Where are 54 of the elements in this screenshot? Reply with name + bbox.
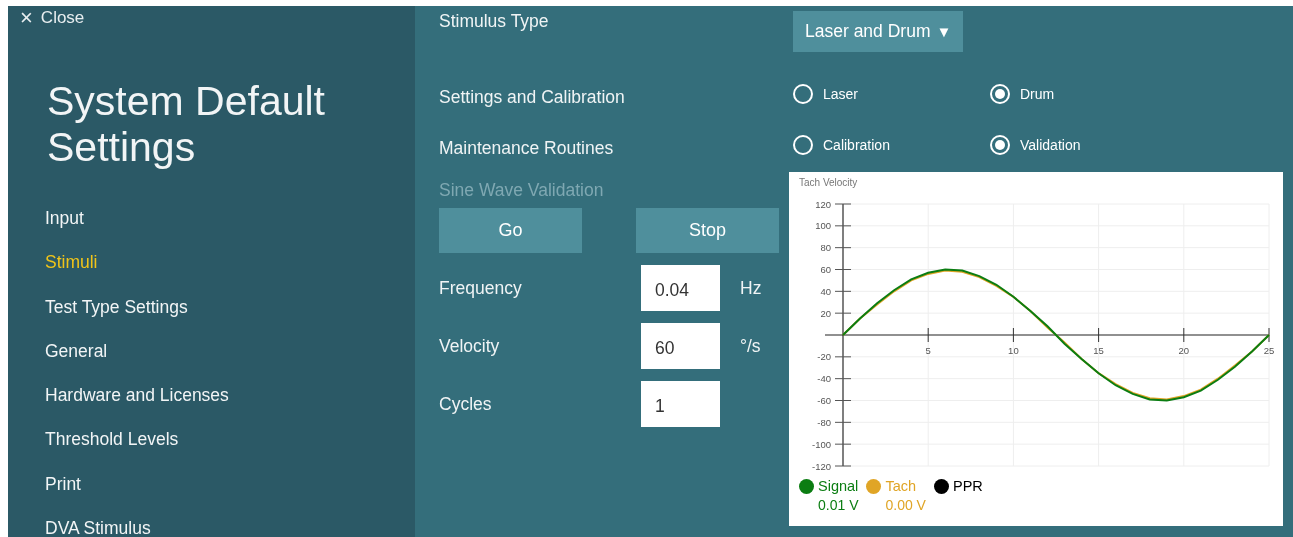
- field-label: Velocity: [439, 335, 501, 357]
- legend-label: Signal: [818, 478, 859, 494]
- unit-label: °/s: [740, 335, 761, 357]
- action-button[interactable]: Go: [439, 208, 582, 253]
- unit-label: Hz: [740, 277, 762, 299]
- chart-title: Tach Velocity: [799, 177, 859, 188]
- radio-option[interactable]: Calibration: [793, 135, 990, 155]
- close-button[interactable]: × Close: [18, 6, 87, 30]
- field-label: Frequency: [439, 277, 523, 299]
- legend-reading: 0.00 V: [885, 497, 926, 513]
- field-label: Stimulus Type: [439, 10, 550, 33]
- x-tick-label: 5: [925, 345, 931, 356]
- x-tick-label: 10: [1008, 345, 1019, 356]
- radio-option[interactable]: Laser: [793, 84, 990, 104]
- y-tick-label: -80: [817, 416, 831, 428]
- sidebar-item[interactable]: DVA Stimulus: [45, 516, 415, 537]
- input-field[interactable]: 1: [641, 381, 720, 427]
- x-tick-label: 20: [1178, 345, 1190, 356]
- field-label: Settings and Calibration: [439, 86, 626, 109]
- y-tick-label: -60: [817, 395, 831, 406]
- sidebar-item[interactable]: Print: [45, 471, 415, 517]
- y-tick-label: 20: [820, 307, 831, 319]
- x-tick-label: 15: [1093, 345, 1104, 356]
- y-tick-label: 120: [815, 198, 831, 210]
- y-tick-label: -120: [812, 460, 831, 472]
- legend-label: Tach: [885, 478, 917, 494]
- sidebar-item[interactable]: Threshold Levels: [45, 427, 415, 472]
- sidebar-item[interactable]: Stimuli: [45, 250, 415, 295]
- input-field[interactable]: 60: [641, 323, 720, 369]
- action-button[interactable]: Stop: [636, 208, 779, 253]
- y-tick-label: 60: [820, 264, 831, 275]
- sidebar-item[interactable]: Hardware and Licenses: [45, 383, 415, 428]
- radio-option[interactable]: Validation: [990, 135, 1187, 155]
- field-label: Cycles: [439, 393, 493, 415]
- radio-option[interactable]: Drum: [990, 84, 1187, 104]
- sidebar-item[interactable]: Test Type Settings: [45, 294, 415, 339]
- stimulus-type-dropdown[interactable]: Laser and Drum ▼: [793, 11, 964, 52]
- close-icon: ×: [20, 9, 33, 27]
- y-tick-label: -40: [817, 373, 831, 385]
- page-title: System Default Settings: [47, 78, 326, 170]
- sidebar-item[interactable]: Input: [45, 206, 415, 251]
- legend-label: PPR: [952, 478, 983, 494]
- y-tick-label: 80: [820, 242, 831, 254]
- y-tick-label: -20: [817, 351, 831, 363]
- field-label: Maintenance Routines: [439, 137, 615, 160]
- y-tick-label: -100: [812, 438, 831, 450]
- input-field[interactable]: 0.04: [641, 265, 720, 311]
- y-tick-label: 40: [820, 285, 831, 297]
- section-title: Sine Wave Validation: [439, 180, 605, 202]
- caret-icon: ▼: [936, 23, 952, 40]
- y-tick-label: 100: [815, 220, 831, 232]
- sidebar-item[interactable]: General: [45, 338, 415, 384]
- x-tick-label: 25: [1263, 345, 1275, 356]
- legend-reading: 0.01 V: [818, 497, 859, 513]
